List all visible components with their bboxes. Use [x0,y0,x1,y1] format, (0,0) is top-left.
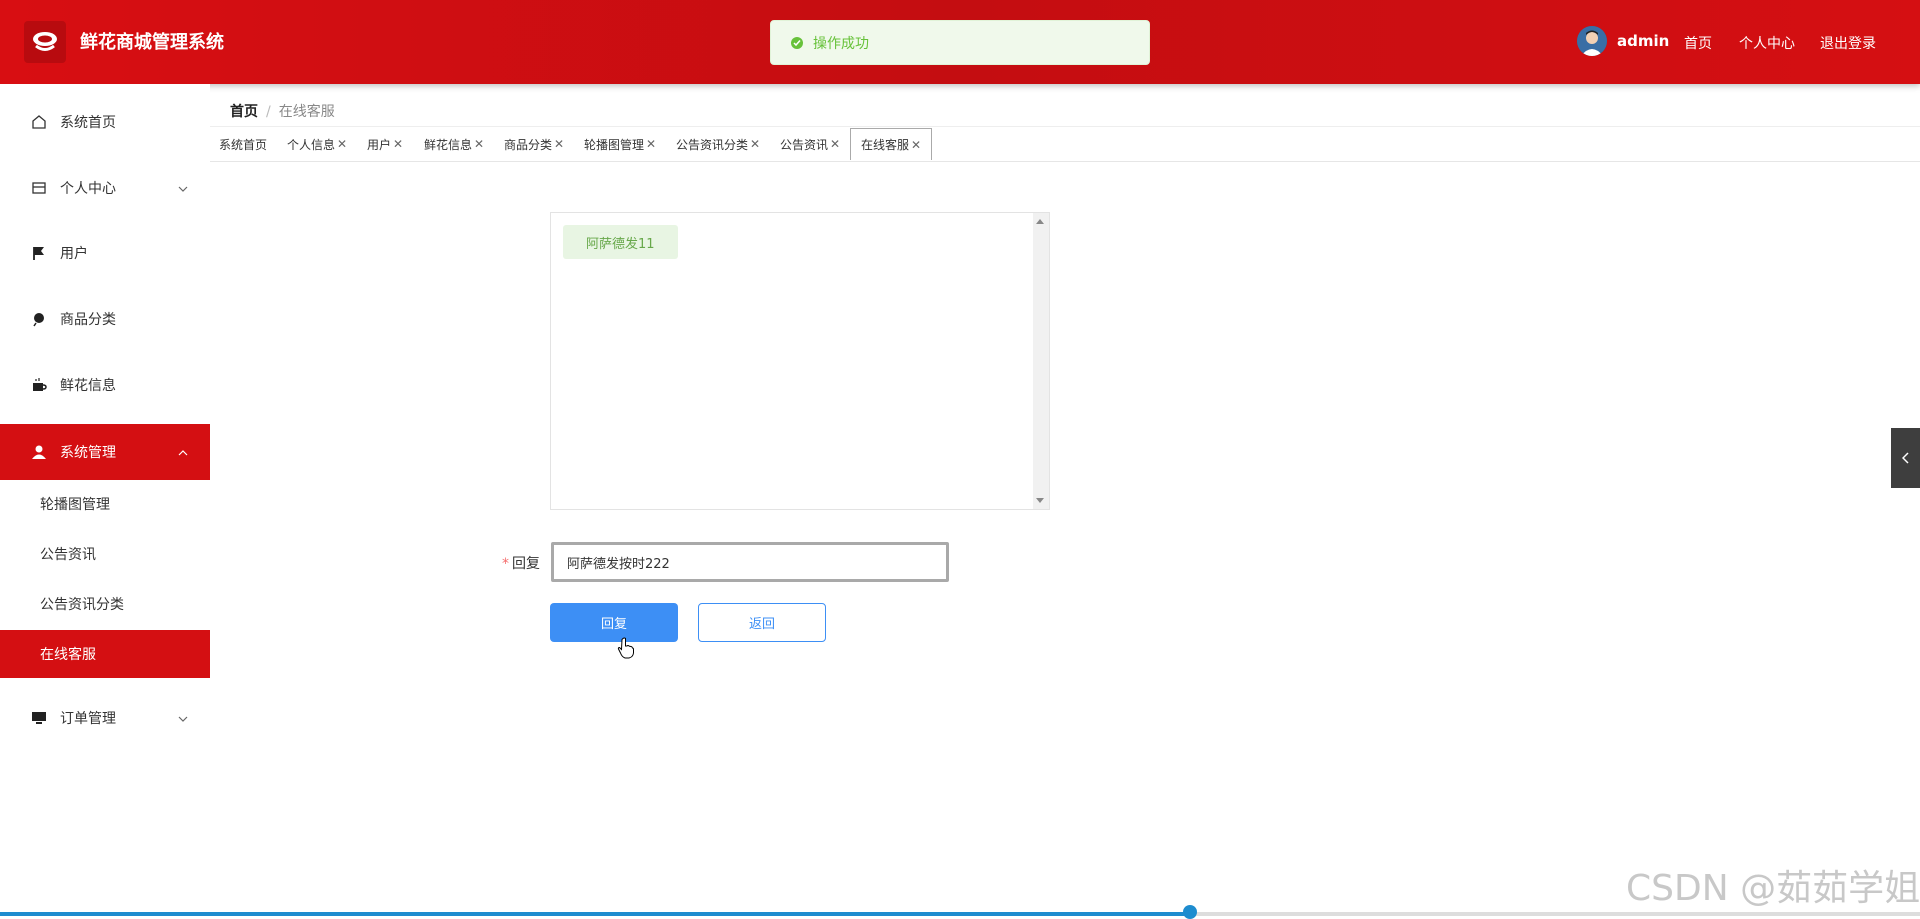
wallet-icon [30,179,48,197]
tab-dashboard[interactable]: 系统首页 [219,129,267,159]
sidebar-item-flowers[interactable]: 鲜花信息 [0,357,210,413]
flag-icon [30,244,48,262]
tab-news[interactable]: 公告资讯 ✕ [780,129,840,159]
sidebar-item-categories[interactable]: 商品分类 [0,291,210,347]
sidebar-item-profile[interactable]: 个人中心 [0,160,210,216]
coffee-icon [30,376,48,394]
sidebar-item-dashboard[interactable]: 系统首页 [0,94,210,150]
chevron-left-icon [1901,449,1910,468]
tab-label: 公告资讯分类 [676,137,749,152]
sidebar-item-label: 鲜花信息 [60,378,116,394]
sidebar-subitem-carousel[interactable]: 轮播图管理 [0,480,210,528]
close-icon[interactable]: ✕ [750,137,760,151]
required-mark: * [502,556,509,572]
top-header: 鲜花商城管理系统 操作成功 admin 首页 个人中心 退出登录 [0,0,1920,84]
chevron-down-icon [178,182,188,195]
sidebar: 系统首页 个人中心 用户 商品分类 鲜花信息 系统管理 轮播图管理 公告资讯 公… [0,84,210,916]
logo-icon [24,21,66,63]
tab-label: 用户 [367,137,392,152]
header-link-home[interactable]: 首页 [1684,33,1712,53]
sidebar-item-label: 个人中心 [60,181,116,197]
back-button[interactable]: 返回 [698,603,826,642]
monitor-icon [30,709,48,727]
tab-news-category[interactable]: 公告资讯分类 ✕ [676,129,760,159]
tab-label: 鲜花信息 [424,137,473,152]
reply-label-text: 回复 [512,556,540,572]
chat-message: 阿萨德发11 [563,225,678,259]
sidebar-subitem-news-category[interactable]: 公告资讯分类 [0,580,210,628]
tab-carousel[interactable]: 轮播图管理 ✕ [584,129,656,159]
progress-knob[interactable] [1183,905,1197,919]
chat-history[interactable]: 阿萨德发11 [550,212,1050,510]
sidebar-item-label: 系统管理 [60,445,116,461]
drawer-toggle[interactable] [1891,428,1920,488]
sidebar-item-label: 系统首页 [60,115,116,131]
sidebar-subitem-news[interactable]: 公告资讯 [0,530,210,578]
reply-input[interactable] [551,542,949,582]
app-title: 鲜花商城管理系统 [80,32,224,53]
breadcrumb-separator: / [266,104,271,120]
home-icon [30,113,48,131]
tab-label: 公告资讯 [780,137,829,152]
hand-cursor-icon [617,637,635,663]
username[interactable]: admin [1617,32,1669,50]
close-icon[interactable]: ✕ [474,137,484,151]
tab-label: 商品分类 [504,137,553,152]
sidebar-item-label: 用户 [60,246,88,262]
close-icon[interactable]: ✕ [911,138,921,152]
sidebar-subitem-online-service[interactable]: 在线客服 [0,630,210,678]
header-link-profile[interactable]: 个人中心 [1739,33,1795,53]
tab-flowers[interactable]: 鲜花信息 ✕ [424,129,484,159]
avatar[interactable] [1577,26,1607,56]
chevron-down-icon [178,712,188,725]
chevron-up-icon [178,446,188,459]
tab-users[interactable]: 用户 ✕ [367,129,403,159]
sidebar-item-label: 订单管理 [60,711,116,727]
sidebar-item-orders[interactable]: 订单管理 [0,690,210,746]
watermark: CSDN @茹茹学姐 [1626,868,1920,909]
tab-categories[interactable]: 商品分类 ✕ [504,129,564,159]
breadcrumb-current: 在线客服 [278,104,335,120]
pin-icon [30,310,48,328]
close-icon[interactable]: ✕ [646,137,656,151]
tab-label: 个人信息 [287,137,336,152]
close-icon[interactable]: ✕ [554,137,564,151]
tab-label: 轮播图管理 [584,137,645,152]
scroll-up-arrow-icon[interactable] [1036,219,1044,224]
close-icon[interactable]: ✕ [830,137,840,151]
tab-label: 系统首页 [219,137,268,152]
close-icon[interactable]: ✕ [393,137,403,151]
reply-label: * 回复 [502,553,540,573]
scroll-down-arrow-icon[interactable] [1036,498,1044,503]
reply-button[interactable]: 回复 [550,603,678,642]
success-toast: 操作成功 [770,20,1150,65]
header-link-logout[interactable]: 退出登录 [1820,33,1876,53]
user-icon [30,443,48,461]
tab-online-service[interactable]: 在线客服 ✕ [850,128,933,160]
breadcrumb-home[interactable]: 首页 [230,104,258,120]
chat-scrollbar[interactable] [1033,213,1049,509]
sidebar-item-system[interactable]: 系统管理 [0,424,210,480]
tab-bar: 系统首页 个人信息 ✕ 用户 ✕ 鲜花信息 ✕ 商品分类 ✕ 轮播图管理 ✕ 公告资讯分类… [210,126,1920,162]
close-icon[interactable]: ✕ [337,137,347,151]
tab-label: 在线客服 [861,138,910,152]
sidebar-item-label: 商品分类 [60,312,116,328]
tab-personal-info[interactable]: 个人信息 ✕ [287,129,347,159]
check-circle-icon [791,36,803,49]
sidebar-item-users[interactable]: 用户 [0,225,210,281]
breadcrumb: 首页 / 在线客服 [230,101,335,121]
progress-fill [0,912,1190,916]
toast-message: 操作成功 [813,35,869,52]
